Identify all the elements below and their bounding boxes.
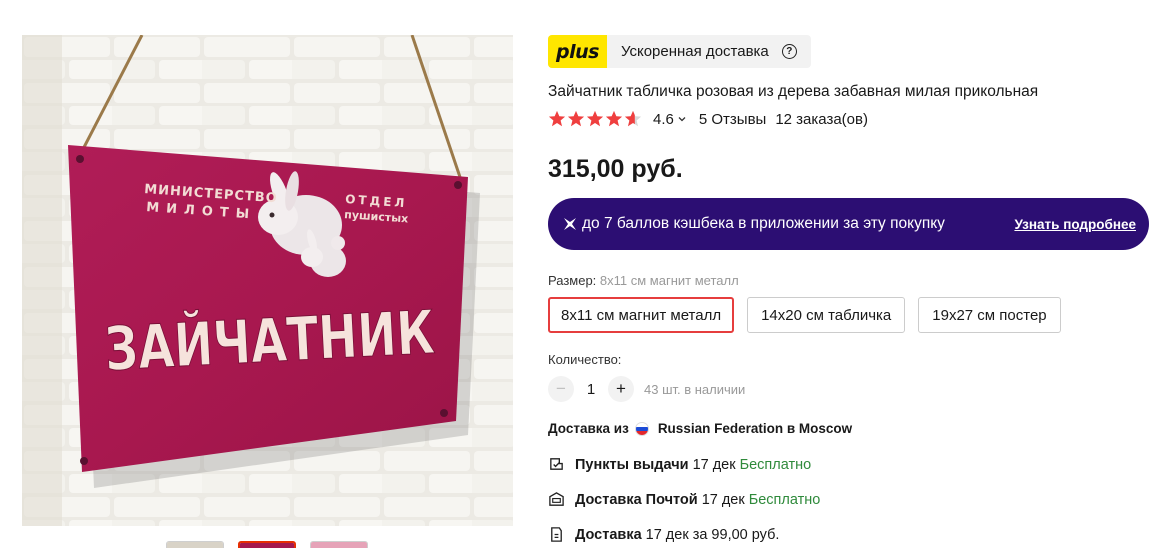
reviews-link[interactable]: 5 Отзывы [699, 111, 766, 128]
pickup-icon [550, 458, 563, 470]
plus-logo: plus [548, 35, 607, 68]
courier-icon [551, 527, 562, 542]
increase-quantity-button[interactable]: + [608, 376, 634, 402]
delivery-origin: Доставка из Russian Federation в Moscow [548, 421, 852, 436]
rating-row: 4.6 5 Отзывы 12 заказа(ов) [548, 110, 868, 128]
star-icon [605, 110, 623, 127]
quantity-value[interactable]: 1 [574, 381, 608, 398]
cashback-banner[interactable]: до 7 баллов кэшбека в приложении за эту … [548, 198, 1149, 250]
chevron-down-icon[interactable] [677, 114, 687, 124]
size-label: Размер: 8x11 см магнит металл [548, 273, 739, 288]
cashback-icon [564, 218, 576, 230]
delivery-price: Бесплатно [739, 456, 812, 473]
cashback-text: до 7 баллов кэшбека в приложении за эту … [582, 215, 945, 232]
product-price: 315,00 руб. [548, 155, 683, 183]
learn-more-link[interactable]: Узнать подробнее [1014, 217, 1136, 232]
size-label-text: Размер: [548, 273, 597, 288]
size-options: 8x11 см магнит металл 14x20 см табличка … [548, 297, 1061, 333]
decrease-quantity-button[interactable]: − [548, 376, 574, 402]
product-gallery[interactable]: МИНИСТЕРСТВО МИЛОТЫ ОТДЕЛ пушистых ЗАЙЧА… [22, 35, 513, 526]
thumbnail-3[interactable] [310, 541, 368, 548]
star-icon [548, 110, 566, 127]
product-title: Зайчатник табличка розовая из дерева заб… [548, 83, 1039, 100]
rating-value[interactable]: 4.6 [653, 111, 674, 128]
star-icon [586, 110, 604, 127]
delivery-origin-prefix: Доставка из [548, 421, 629, 436]
delivery-option-pickup: Пункты выдачи 17 дек Бесплатно [548, 456, 811, 473]
badge-text: Ускоренная доставка [620, 43, 769, 60]
size-option-14x20[interactable]: 14x20 см табличка [747, 297, 906, 333]
delivery-option-mail: Доставка Почтой 17 дек Бесплатно [548, 491, 820, 508]
delivery-date: 17 дек [692, 456, 736, 473]
thumbnail-1[interactable] [166, 541, 224, 548]
delivery-name: Пункты выдачи [575, 456, 689, 473]
delivery-option-courier: Доставка 17 дек за 99,00 руб. [548, 526, 779, 543]
delivery-origin-place[interactable]: Russian Federation в Moscow [658, 421, 852, 436]
stock-count: 43 шт. в наличии [644, 381, 746, 397]
delivery-price: Бесплатно [748, 491, 821, 508]
size-option-19x27[interactable]: 19x27 см постер [918, 297, 1061, 333]
quantity-label: Количество: [548, 352, 622, 367]
quantity-stepper: − 1 + 43 шт. в наличии [548, 376, 745, 402]
thumbnail-strip [166, 541, 368, 548]
delivery-date: 17 дек [701, 491, 745, 508]
help-icon[interactable]: ? [781, 44, 797, 59]
star-icon [567, 110, 585, 127]
rating-stars [548, 110, 642, 128]
product-info: plus Ускоренная доставка ? Зайчатник таб… [548, 35, 1150, 543]
main-product-photo[interactable]: МИНИСТЕРСТВО МИЛОТЫ ОТДЕЛ пушистых ЗАЙЧА… [22, 35, 513, 526]
fast-delivery-badge: plus Ускоренная доставка ? [548, 35, 811, 68]
delivery-name: Доставка [575, 526, 642, 543]
delivery-name: Доставка Почтой [575, 491, 698, 508]
size-option-8x11[interactable]: 8x11 см магнит металл [548, 297, 735, 333]
size-selected-value: 8x11 см магнит металл [599, 273, 739, 288]
thumbnail-2[interactable] [238, 541, 296, 548]
russia-flag-icon [634, 421, 649, 436]
orders-count: 12 заказа(ов) [775, 110, 868, 128]
star-half-icon [624, 110, 642, 127]
mail-icon [549, 492, 564, 506]
delivery-date: 17 дек за 99,00 руб. [645, 526, 780, 543]
